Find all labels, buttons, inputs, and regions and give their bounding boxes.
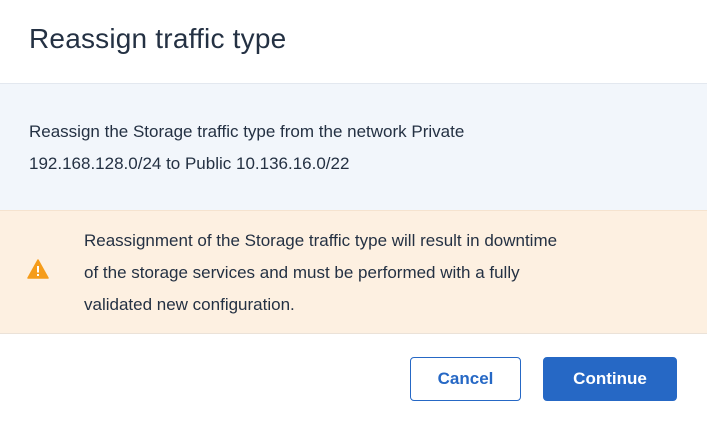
reassign-traffic-dialog: Reassign traffic type Reassign the Stora… [0, 0, 707, 421]
dialog-title: Reassign traffic type [29, 23, 287, 54]
info-section: Reassign the Storage traffic type from t… [0, 84, 707, 210]
cancel-button[interactable]: Cancel [410, 357, 521, 401]
warning-banner: Reassignment of the Storage traffic type… [0, 210, 707, 334]
dialog-header: Reassign traffic type [0, 0, 707, 84]
warning-text-line-1: Reassignment of the Storage traffic type… [84, 231, 558, 250]
info-text-line-1: Reassign the Storage traffic type from t… [29, 122, 465, 141]
warning-triangle-icon [27, 259, 49, 279]
info-text-line-2: 192.168.128.0/24 to Public 10.136.16.0/2… [29, 154, 350, 173]
warning-text-line-3: validated new configuration. [84, 295, 295, 314]
continue-button[interactable]: Continue [543, 357, 677, 401]
warning-text-line-2: of the storage services and must be perf… [84, 263, 520, 282]
dialog-footer: Cancel Continue [0, 334, 707, 421]
